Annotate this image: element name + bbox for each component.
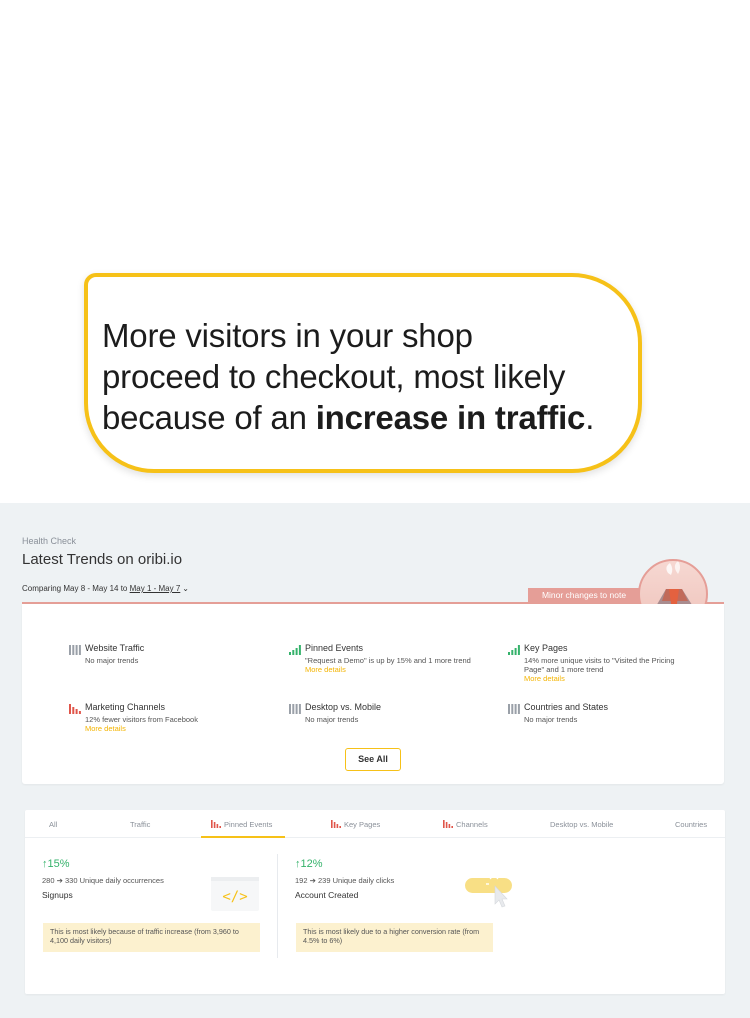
count-to: 239	[318, 876, 331, 885]
metric-percent-value: 15%	[47, 858, 70, 870]
tab-channels[interactable]: Channels	[443, 820, 488, 829]
callout-line-3-suffix: .	[585, 399, 595, 436]
trend-desc: 14% more unique visits to "Visited the P…	[524, 656, 675, 674]
more-details-link[interactable]: More details	[524, 674, 565, 683]
trend-desc: "Request a Demo" is up by 15% and 1 more…	[305, 656, 471, 665]
svg-text:</>: </>	[222, 889, 247, 905]
metric-percent: ↑15%	[42, 858, 164, 870]
tab-label: Desktop vs. Mobile	[550, 820, 614, 829]
tab-desktop-vs-mobile[interactable]: Desktop vs. Mobile	[550, 820, 613, 829]
count-from: 192	[295, 876, 308, 885]
explanation-note: This is most likely because of traffic i…	[43, 923, 260, 952]
metric-count: 192 ➔ 239 Unique daily clicks	[295, 876, 394, 885]
callout-line-3-prefix: because of an	[102, 399, 316, 436]
metric-count: 280 ➔ 330 Unique daily occurrences	[42, 876, 164, 885]
tab-countries[interactable]: Countries	[675, 820, 707, 829]
trend-desc: No major trends	[85, 656, 139, 665]
tab-label: All	[49, 820, 58, 829]
dashboard: Health Check Latest Trends on oribi.io C…	[0, 503, 750, 1018]
trend-name: Desktop vs. Mobile	[305, 702, 382, 712]
trend-name: Marketing Channels	[85, 702, 166, 712]
trend-desc: 12% fewer visitors from Facebook	[85, 715, 198, 724]
callout-text: More visitors in your shop proceed to ch…	[102, 315, 624, 438]
insight-callout: More visitors in your shop proceed to ch…	[84, 273, 642, 473]
bar-chart-icon	[508, 704, 520, 714]
trends-card: Website Traffic No major trends Pinned E…	[22, 604, 724, 784]
bar-chart-up-icon	[289, 645, 301, 655]
metric-percent: ↑12%	[295, 858, 394, 870]
chevron-down-icon[interactable]: ⌄	[182, 584, 189, 593]
tab-traffic[interactable]: Traffic	[130, 820, 150, 829]
comparing-text: Comparing May 8 - May 14 to	[22, 584, 130, 593]
bar-chart-icon	[289, 704, 301, 714]
comparison-range-dropdown[interactable]: May 1 - May 7	[130, 584, 181, 593]
count-from: 280	[42, 876, 55, 885]
trend-name: Key Pages	[524, 643, 568, 653]
arrow-right-icon: ➔	[56, 876, 63, 885]
tab-label: Pinned Events	[224, 820, 273, 829]
bar-chart-down-icon	[69, 704, 81, 714]
count-to: 330	[65, 876, 78, 885]
bar-chart-down-icon	[443, 820, 453, 828]
click-cursor-icon	[465, 876, 512, 908]
tab-bar: All Traffic Pinned Events Key Pages Chan…	[25, 810, 725, 838]
bar-chart-down-icon	[331, 820, 341, 828]
see-all-button[interactable]: See All	[345, 748, 401, 771]
metric-account-created[interactable]: ↑12% 192 ➔ 239 Unique daily clicks Accou…	[295, 858, 394, 900]
health-check-label: Health Check	[22, 536, 77, 546]
trend-desc: No major trends	[524, 715, 578, 724]
trend-name: Pinned Events	[305, 643, 364, 653]
tab-label: Key Pages	[344, 820, 381, 829]
callout-line-3-bold: increase in traffic	[315, 399, 586, 436]
date-comparison: Comparing May 8 - May 14 to May 1 - May …	[22, 584, 189, 593]
active-tab-indicator	[201, 836, 285, 838]
tab-all[interactable]: All	[49, 820, 57, 829]
trend-name: Website Traffic	[85, 643, 145, 653]
metric-signups[interactable]: ↑15% 280 ➔ 330 Unique daily occurrences …	[42, 858, 164, 900]
trend-name: Countries and States	[524, 702, 609, 712]
bar-chart-down-icon	[211, 820, 221, 828]
tab-label: Countries	[675, 820, 708, 829]
code-icon: </>	[211, 877, 259, 911]
metric-divider	[277, 854, 278, 958]
metric-percent-value: 12%	[300, 858, 323, 870]
tab-key-pages[interactable]: Key Pages	[331, 820, 380, 829]
event-name: Account Created	[295, 890, 359, 900]
more-details-link[interactable]: More details	[305, 665, 346, 674]
pinned-events-card: All Traffic Pinned Events Key Pages Chan…	[25, 810, 725, 994]
event-name: Signups	[42, 890, 73, 900]
bar-chart-up-icon	[508, 645, 520, 655]
count-unit: Unique daily clicks	[332, 876, 395, 885]
tab-label: Channels	[456, 820, 488, 829]
page-title: Latest Trends on oribi.io	[22, 551, 183, 568]
arrow-right-icon: ➔	[309, 876, 316, 885]
callout-line-2: proceed to checkout, most likely	[102, 358, 566, 395]
status-badge: Minor changes to note	[528, 588, 640, 603]
trend-desc: No major trends	[305, 715, 359, 724]
explanation-note: This is most likely due to a higher conv…	[296, 923, 493, 952]
more-details-link[interactable]: More details	[85, 724, 126, 733]
bar-chart-icon	[69, 645, 81, 655]
tab-label: Traffic	[130, 820, 151, 829]
callout-line-1: More visitors in your shop	[102, 317, 473, 354]
tab-pinned-events[interactable]: Pinned Events	[211, 820, 272, 829]
count-unit: Unique daily occurrences	[79, 876, 164, 885]
